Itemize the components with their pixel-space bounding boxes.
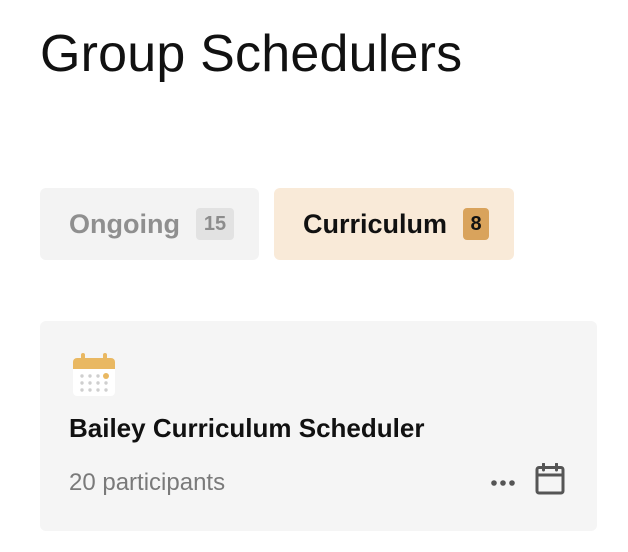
participants-count: 20 participants: [69, 469, 226, 496]
scheduler-card[interactable]: Bailey Curriculum Scheduler 20 participa…: [40, 321, 597, 531]
tab-curriculum-count-badge: 8: [463, 208, 490, 240]
more-options-button[interactable]: [486, 469, 520, 497]
tab-curriculum[interactable]: Curriculum 8: [274, 188, 514, 260]
tab-ongoing[interactable]: Ongoing 15: [40, 188, 259, 260]
card-title[interactable]: Bailey Curriculum Scheduler: [69, 411, 424, 445]
scheduler-tabs: Ongoing 15 Curriculum 8: [40, 188, 514, 260]
page-title: Group Schedulers: [40, 25, 463, 83]
calendar-icon: [535, 462, 565, 500]
tab-ongoing-label: Ongoing: [69, 208, 180, 239]
more-icon: [490, 474, 516, 492]
calendar-button[interactable]: [534, 462, 566, 500]
tab-ongoing-count-badge: 15: [195, 208, 234, 240]
calendar-icon: [73, 353, 115, 397]
tab-curriculum-label: Curriculum: [303, 208, 448, 239]
